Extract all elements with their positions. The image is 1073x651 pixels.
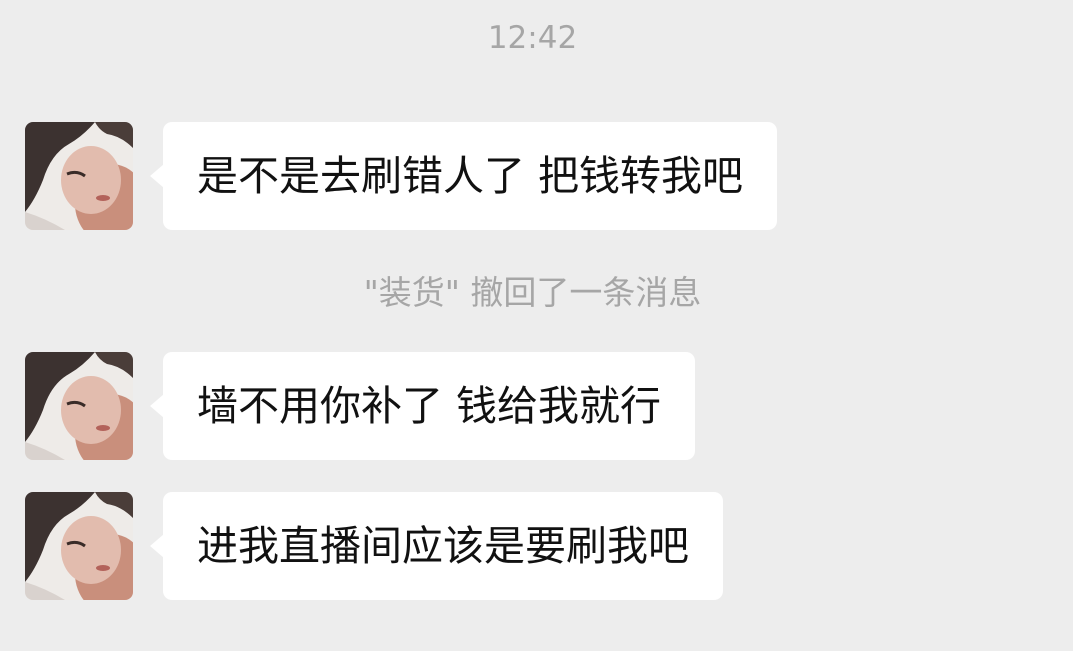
incoming-message: 是不是去刷错人了 把钱转我吧: [25, 122, 838, 230]
incoming-message: 墙不用你补了 钱给我就行: [25, 352, 746, 460]
sender-avatar[interactable]: [25, 122, 133, 230]
sender-avatar[interactable]: [25, 352, 133, 460]
recall-notice: "装货" 撤回了一条消息: [363, 273, 702, 312]
sender-avatar[interactable]: [25, 492, 133, 600]
message-bubble[interactable]: 墙不用你补了 钱给我就行: [149, 352, 696, 460]
incoming-message: 进我直播间应该是要刷我吧: [25, 492, 779, 600]
message-bubble[interactable]: 进我直播间应该是要刷我吧: [150, 492, 723, 600]
message-timestamp: 12:42: [487, 20, 578, 56]
message-bubble[interactable]: 是不是去刷错人了 把钱转我吧: [149, 122, 778, 230]
